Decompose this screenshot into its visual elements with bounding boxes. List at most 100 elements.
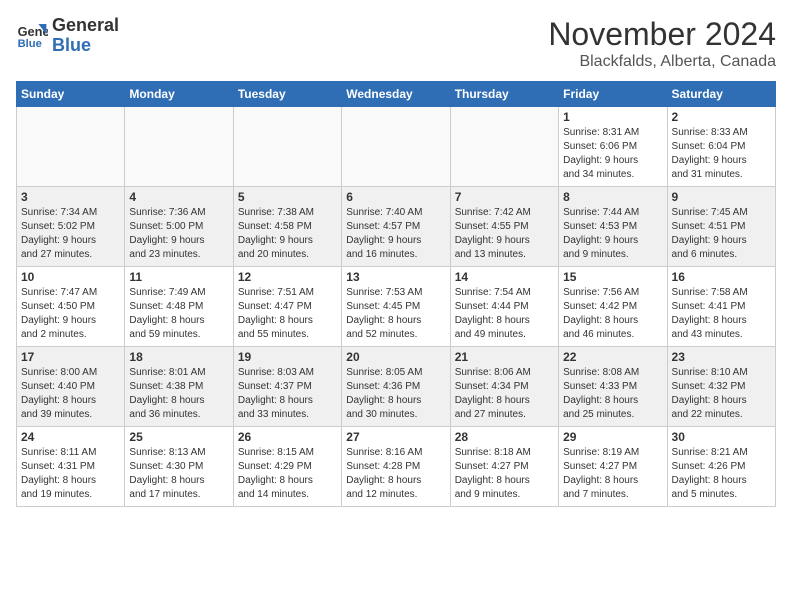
day-info: Sunrise: 7:47 AM Sunset: 4:50 PM Dayligh…	[21, 286, 120, 342]
weekday-header-cell: Thursday	[450, 82, 558, 107]
calendar-day-cell: 8 Sunrise: 7:44 AM Sunset: 4:53 PM Daylig…	[559, 187, 667, 267]
calendar-day-cell: 6Sunrise: 7:40 AM Sunset: 4:57 PM Daylig…	[342, 187, 450, 267]
day-number: 26	[238, 430, 337, 444]
day-info: Sunrise: 8:31 AM Sunset: 6:06 PM Dayligh…	[563, 126, 662, 182]
day-number: 18	[129, 350, 228, 364]
calendar-day-cell: 28Sunrise: 8:18 AM Sunset: 4:27 PM Dayli…	[450, 427, 558, 507]
calendar-day-cell: 26 Sunrise: 8:15 AM Sunset: 4:29 PM Dayli…	[233, 427, 341, 507]
day-number: 25	[129, 430, 228, 444]
calendar-day-cell: 14 Sunrise: 7:54 AM Sunset: 4:44 PM Dayli…	[450, 267, 558, 347]
day-info: Sunrise: 7:40 AM Sunset: 4:57 PM Dayligh…	[346, 206, 445, 262]
header: General Blue GeneralBlue November 2024 B…	[16, 16, 776, 71]
weekday-header-cell: Tuesday	[233, 82, 341, 107]
calendar-day-cell: 1Sunrise: 8:31 AM Sunset: 6:06 PM Daylig…	[559, 107, 667, 187]
calendar-day-cell	[233, 107, 341, 187]
day-info: Sunrise: 7:36 AM Sunset: 5:00 PM Dayligh…	[129, 206, 228, 262]
weekday-header-cell: Monday	[125, 82, 233, 107]
day-info: Sunrise: 7:49 AM Sunset: 4:48 PM Dayligh…	[129, 286, 228, 342]
day-number: 11	[129, 270, 228, 284]
calendar-day-cell: 25 Sunrise: 8:13 AM Sunset: 4:30 PM Dayli…	[125, 427, 233, 507]
calendar-day-cell	[125, 107, 233, 187]
day-number: 10	[21, 270, 120, 284]
day-number: 7	[455, 190, 554, 204]
day-info: Sunrise: 8:10 AM Sunset: 4:32 PM Dayligh…	[672, 366, 771, 422]
day-info: Sunrise: 7:38 AM Sunset: 4:58 PM Dayligh…	[238, 206, 337, 262]
day-number: 14	[455, 270, 554, 284]
calendar-day-cell: 22 Sunrise: 8:08 AM Sunset: 4:33 PM Dayli…	[559, 347, 667, 427]
day-number: 12	[238, 270, 337, 284]
day-info: Sunrise: 7:45 AM Sunset: 4:51 PM Dayligh…	[672, 206, 771, 262]
calendar-day-cell: 16 Sunrise: 7:58 AM Sunset: 4:41 PM Dayli…	[667, 267, 775, 347]
day-info: Sunrise: 7:34 AM Sunset: 5:02 PM Dayligh…	[21, 206, 120, 262]
day-number: 27	[346, 430, 445, 444]
day-number: 22	[563, 350, 662, 364]
calendar-body: 1Sunrise: 8:31 AM Sunset: 6:06 PM Daylig…	[17, 107, 776, 507]
logo-text: GeneralBlue	[52, 16, 119, 56]
calendar-day-cell: 10 Sunrise: 7:47 AM Sunset: 4:50 PM Dayli…	[17, 267, 125, 347]
calendar-day-cell: 17 Sunrise: 8:00 AM Sunset: 4:40 PM Dayli…	[17, 347, 125, 427]
svg-text:Blue: Blue	[18, 38, 42, 50]
day-info: Sunrise: 7:54 AM Sunset: 4:44 PM Dayligh…	[455, 286, 554, 342]
day-number: 4	[129, 190, 228, 204]
day-info: Sunrise: 8:03 AM Sunset: 4:37 PM Dayligh…	[238, 366, 337, 422]
day-info: Sunrise: 8:01 AM Sunset: 4:38 PM Dayligh…	[129, 366, 228, 422]
calendar-day-cell	[342, 107, 450, 187]
day-number: 9	[672, 190, 771, 204]
calendar-day-cell: 27 Sunrise: 8:16 AM Sunset: 4:28 PM Dayli…	[342, 427, 450, 507]
calendar-day-cell: 2 Sunrise: 8:33 AM Sunset: 6:04 PM Daylig…	[667, 107, 775, 187]
day-info: Sunrise: 8:16 AM Sunset: 4:28 PM Dayligh…	[346, 446, 445, 502]
calendar-day-cell: 3Sunrise: 7:34 AM Sunset: 5:02 PM Daylig…	[17, 187, 125, 267]
day-number: 24	[21, 430, 120, 444]
day-info: Sunrise: 7:42 AM Sunset: 4:55 PM Dayligh…	[455, 206, 554, 262]
calendar-day-cell: 9 Sunrise: 7:45 AM Sunset: 4:51 PM Daylig…	[667, 187, 775, 267]
calendar-day-cell: 4 Sunrise: 7:36 AM Sunset: 5:00 PM Daylig…	[125, 187, 233, 267]
day-info: Sunrise: 8:05 AM Sunset: 4:36 PM Dayligh…	[346, 366, 445, 422]
day-info: Sunrise: 8:08 AM Sunset: 4:33 PM Dayligh…	[563, 366, 662, 422]
calendar-day-cell: 11 Sunrise: 7:49 AM Sunset: 4:48 PM Dayli…	[125, 267, 233, 347]
calendar-week-row: 1Sunrise: 8:31 AM Sunset: 6:06 PM Daylig…	[17, 107, 776, 187]
day-info: Sunrise: 8:33 AM Sunset: 6:04 PM Dayligh…	[672, 126, 771, 182]
location-subtitle: Blackfalds, Alberta, Canada	[548, 53, 776, 71]
day-number: 8	[563, 190, 662, 204]
day-info: Sunrise: 8:21 AM Sunset: 4:26 PM Dayligh…	[672, 446, 771, 502]
calendar-week-row: 17 Sunrise: 8:00 AM Sunset: 4:40 PM Dayli…	[17, 347, 776, 427]
day-number: 19	[238, 350, 337, 364]
title-area: November 2024 Blackfalds, Alberta, Canad…	[548, 16, 776, 71]
day-number: 16	[672, 270, 771, 284]
logo: General Blue GeneralBlue	[16, 16, 119, 56]
day-info: Sunrise: 7:53 AM Sunset: 4:45 PM Dayligh…	[346, 286, 445, 342]
calendar-day-cell: 21 Sunrise: 8:06 AM Sunset: 4:34 PM Dayli…	[450, 347, 558, 427]
day-info: Sunrise: 8:11 AM Sunset: 4:31 PM Dayligh…	[21, 446, 120, 502]
day-info: Sunrise: 8:06 AM Sunset: 4:34 PM Dayligh…	[455, 366, 554, 422]
day-info: Sunrise: 8:18 AM Sunset: 4:27 PM Dayligh…	[455, 446, 554, 502]
day-number: 29	[563, 430, 662, 444]
weekday-header-row: SundayMondayTuesdayWednesdayThursdayFrid…	[17, 82, 776, 107]
calendar-week-row: 3Sunrise: 7:34 AM Sunset: 5:02 PM Daylig…	[17, 187, 776, 267]
day-number: 20	[346, 350, 445, 364]
day-number: 21	[455, 350, 554, 364]
day-info: Sunrise: 7:56 AM Sunset: 4:42 PM Dayligh…	[563, 286, 662, 342]
day-info: Sunrise: 7:44 AM Sunset: 4:53 PM Dayligh…	[563, 206, 662, 262]
day-number: 2	[672, 110, 771, 124]
day-number: 17	[21, 350, 120, 364]
day-info: Sunrise: 8:00 AM Sunset: 4:40 PM Dayligh…	[21, 366, 120, 422]
calendar-day-cell	[17, 107, 125, 187]
day-info: Sunrise: 8:15 AM Sunset: 4:29 PM Dayligh…	[238, 446, 337, 502]
calendar-day-cell: 12Sunrise: 7:51 AM Sunset: 4:47 PM Dayli…	[233, 267, 341, 347]
day-info: Sunrise: 8:19 AM Sunset: 4:27 PM Dayligh…	[563, 446, 662, 502]
calendar-day-cell: 24 Sunrise: 8:11 AM Sunset: 4:31 PM Dayli…	[17, 427, 125, 507]
calendar-day-cell: 29 Sunrise: 8:19 AM Sunset: 4:27 PM Dayli…	[559, 427, 667, 507]
calendar-week-row: 10 Sunrise: 7:47 AM Sunset: 4:50 PM Dayli…	[17, 267, 776, 347]
day-number: 23	[672, 350, 771, 364]
day-number: 30	[672, 430, 771, 444]
calendar-day-cell: 18 Sunrise: 8:01 AM Sunset: 4:38 PM Dayli…	[125, 347, 233, 427]
calendar-day-cell: 23 Sunrise: 8:10 AM Sunset: 4:32 PM Dayli…	[667, 347, 775, 427]
calendar-day-cell: 13 Sunrise: 7:53 AM Sunset: 4:45 PM Dayli…	[342, 267, 450, 347]
weekday-header-cell: Friday	[559, 82, 667, 107]
weekday-header-cell: Wednesday	[342, 82, 450, 107]
day-info: Sunrise: 7:58 AM Sunset: 4:41 PM Dayligh…	[672, 286, 771, 342]
day-info: Sunrise: 8:13 AM Sunset: 4:30 PM Dayligh…	[129, 446, 228, 502]
month-title: November 2024	[548, 16, 776, 53]
calendar-day-cell: 19 Sunrise: 8:03 AM Sunset: 4:37 PM Dayli…	[233, 347, 341, 427]
day-number: 13	[346, 270, 445, 284]
